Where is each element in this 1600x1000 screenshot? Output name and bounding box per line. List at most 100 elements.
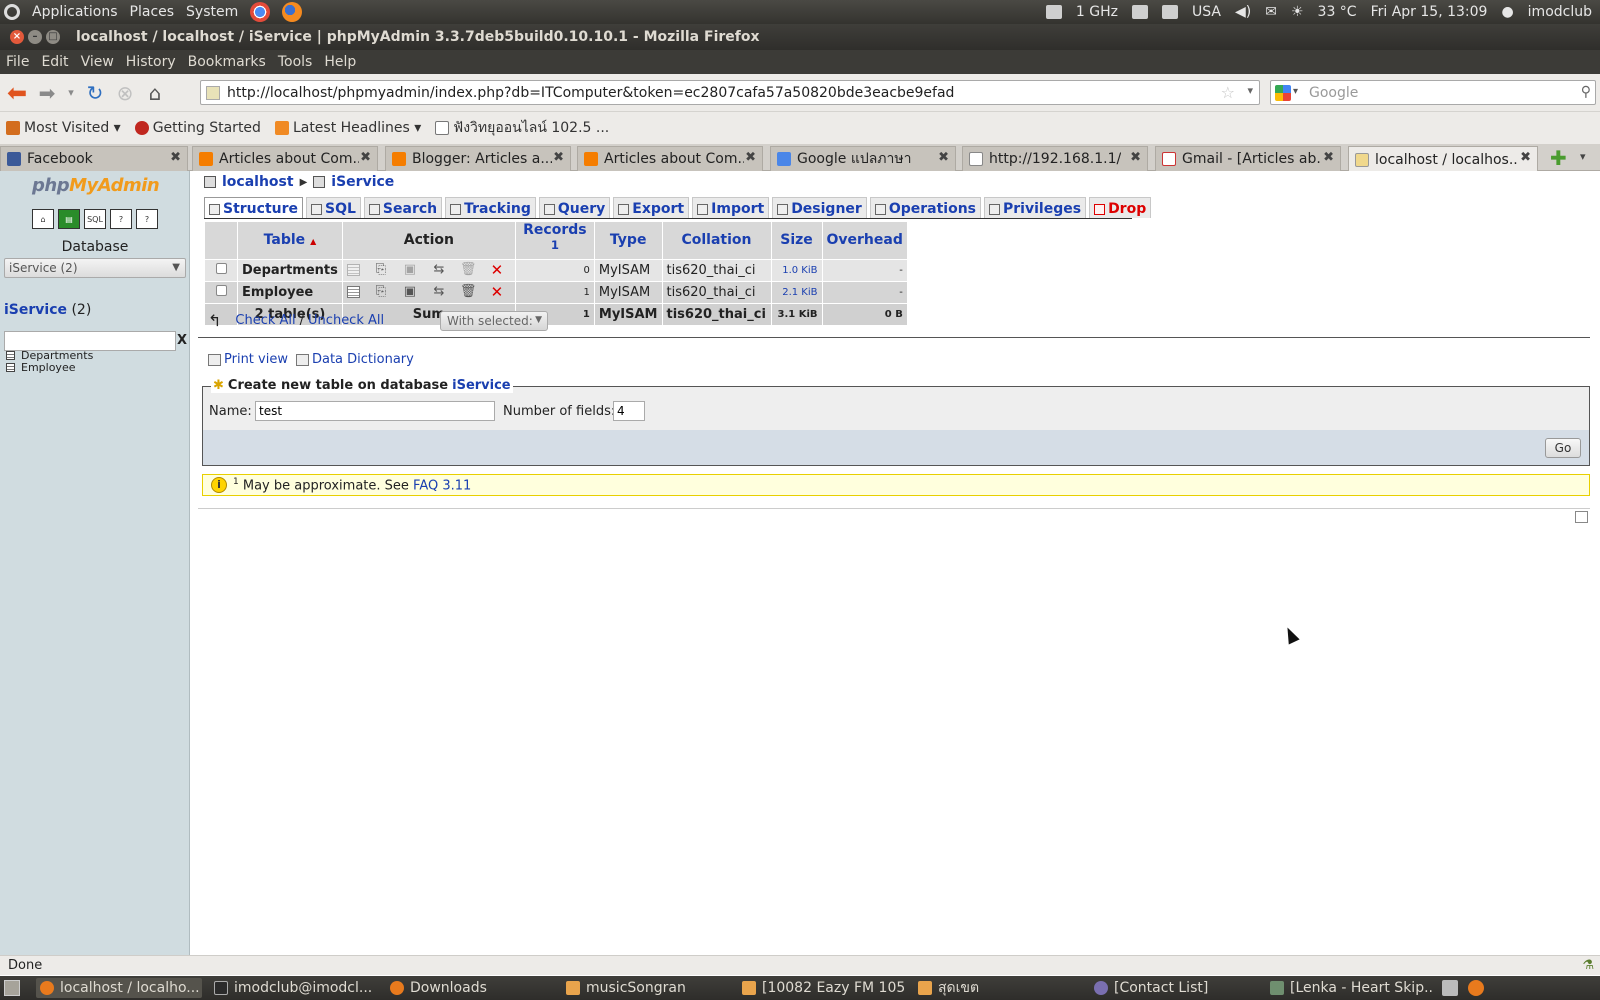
clock[interactable]: Fri Apr 15, 13:09 [1371,4,1488,20]
system-menu[interactable]: System [186,4,238,20]
breadcrumb-server[interactable]: localhost [222,174,294,190]
tab-router[interactable]: http://192.168.1.1/ ✖ [962,146,1148,171]
new-tab-icon[interactable]: ✚ [1550,146,1567,170]
tab-phpmyadmin[interactable]: localhost / localhos... ✖ [1348,146,1538,172]
url-text[interactable]: http://localhost/phpmyadmin/index.php?db… [227,85,954,101]
applications-menu[interactable]: Applications [32,4,118,20]
tab-query[interactable]: Query [538,197,611,218]
row-checkbox[interactable] [215,284,227,296]
tab-list-dropdown-icon[interactable]: ▾ [1580,150,1586,163]
table-icon[interactable] [6,363,15,372]
trash-icon[interactable] [1442,980,1458,996]
insert-icon[interactable]: ⇆ [431,263,447,277]
structure-icon[interactable]: ⎘ [373,263,389,277]
menu-edit[interactable]: Edit [35,54,74,70]
cpu-monitor-icon[interactable] [1045,5,1062,19]
tab-import[interactable]: Import [692,197,770,218]
menu-history[interactable]: History [120,54,182,70]
close-tab-icon[interactable]: ✖ [360,150,371,165]
chrome-launcher-icon[interactable] [250,2,271,22]
places-menu[interactable]: Places [130,4,175,20]
bookmark-getting-started[interactable]: Getting Started [134,120,261,136]
faq-link[interactable]: FAQ 3.11 [413,478,471,493]
database-select[interactable]: iService (2) ▼ [4,258,186,278]
maximize-window-icon[interactable]: □ [46,30,60,44]
cpu-frequency[interactable]: 1 GHz [1076,4,1118,20]
structure-icon[interactable]: ⎘ [373,285,389,299]
tab-structure[interactable]: Structure [204,197,304,218]
bookmark-radio[interactable]: ฟังวิทยุออนไลน์ 102.5 ... [435,117,609,139]
show-desktop-icon[interactable] [4,980,20,996]
breadcrumb-database[interactable]: iService [331,174,394,190]
menu-help[interactable]: Help [318,54,362,70]
browse-icon[interactable] [346,286,360,299]
close-tab-icon[interactable]: ✖ [745,150,756,165]
tab-sql[interactable]: SQL [306,197,361,218]
tab-articles-1[interactable]: Articles about Com... ✖ [192,146,378,171]
empty-icon[interactable]: 🗑 [460,263,477,277]
user-icon[interactable]: ● [1501,4,1513,20]
print-view-link[interactable]: Print view [208,352,288,367]
menu-tools[interactable]: Tools [272,54,319,70]
taskbar-item-terminal[interactable]: imodclub@imodcl... [210,978,376,998]
history-dropdown-icon[interactable]: ▾ [64,80,78,106]
tab-blogger[interactable]: Blogger: Articles a... ✖ [385,146,571,171]
clear-filter-button[interactable]: X [177,333,187,348]
taskbar-item-firefox[interactable]: localhost / localho... [36,978,202,998]
engine-dropdown-icon[interactable]: ▾ [1293,86,1298,97]
table-icon[interactable] [6,351,15,360]
weather-temp[interactable]: 33 °C [1318,4,1357,20]
sidebar-db-link[interactable]: iService [4,302,67,318]
close-window-icon[interactable]: × [10,30,24,44]
home-icon[interactable]: ⌂ [32,209,54,229]
close-tab-icon[interactable]: ✖ [1130,150,1141,165]
row-checkbox[interactable] [215,262,227,274]
search-bar[interactable]: ▾ Google ⚲ [1270,80,1596,105]
sidebar-table-label[interactable]: Employee [21,361,75,374]
tab-gmail[interactable]: Gmail - [Articles ab... ✖ [1155,146,1341,171]
check-all-link[interactable]: Check All [235,313,295,328]
header-table-label[interactable]: Table [264,232,306,248]
firefox-icon[interactable] [1468,980,1484,996]
browse-icon[interactable] [346,264,360,277]
menu-bookmarks[interactable]: Bookmarks [182,54,272,70]
sync-icon[interactable] [1132,5,1149,19]
back-arrow-icon[interactable]: ⬅ [4,79,30,107]
open-new-window-icon[interactable] [1575,511,1588,523]
taskbar-item-sudkhet[interactable]: สุดเขต [914,978,1080,998]
close-tab-icon[interactable]: ✖ [938,150,949,165]
create-table-db-link[interactable]: iService [452,378,511,393]
search-icon[interactable]: ▣ [402,263,418,277]
user-name[interactable]: imodclub [1528,4,1592,20]
tab-facebook[interactable]: Facebook ✖ [0,146,188,171]
google-engine-icon[interactable] [1275,85,1291,101]
minimize-window-icon[interactable]: – [28,30,42,44]
forward-arrow-icon[interactable]: ➡ [34,80,60,106]
go-button[interactable]: Go [1545,438,1581,458]
stop-icon[interactable]: ⊗ [112,80,138,106]
phpmyadmin-logo[interactable]: phpMyAdmin [32,175,160,196]
table-name-input[interactable] [255,401,495,421]
taskbar-item-contact-list[interactable]: [Contact List] [1090,978,1256,998]
insert-icon[interactable]: ⇆ [431,285,447,299]
tab-tracking[interactable]: Tracking [445,197,536,218]
table-name[interactable]: Employee [238,281,342,303]
bookmark-latest-headlines[interactable]: Latest Headlines ▾ [274,120,421,136]
data-dictionary-link[interactable]: Data Dictionary [295,352,414,367]
bookmark-star-icon[interactable]: ☆ [1221,83,1235,102]
volume-icon[interactable]: ◀) [1235,4,1251,20]
size-value[interactable]: 2.1 KiB [771,281,822,303]
menu-view[interactable]: View [75,54,120,70]
taskbar-item-downloads[interactable]: Downloads [386,978,552,998]
uncheck-all-link[interactable]: Uncheck All [308,313,384,328]
table-name[interactable]: Departments [238,259,342,281]
number-of-fields-input[interactable] [613,401,645,421]
query-window-icon[interactable]: SQL [84,209,106,229]
search-placeholder[interactable]: Google [1309,85,1358,101]
close-tab-icon[interactable]: ✖ [1520,150,1531,165]
tab-google-translate[interactable]: Google แปลภาษา ✖ [770,146,956,171]
mail-icon[interactable]: ✉ [1265,4,1277,20]
with-selected-dropdown[interactable]: With selected: ▼ [440,311,548,331]
home-icon[interactable]: ⌂ [142,80,168,106]
close-tab-icon[interactable]: ✖ [1323,150,1334,165]
